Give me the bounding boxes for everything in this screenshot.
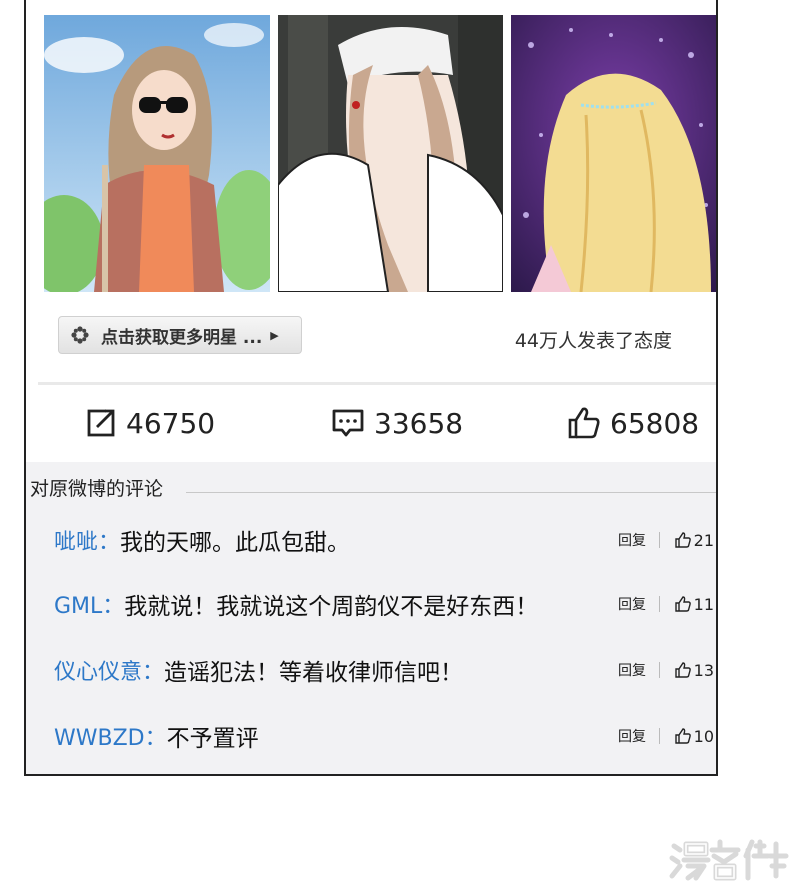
image-grid [44, 15, 716, 292]
divider [659, 662, 660, 678]
divider [186, 492, 716, 493]
comment-like-count: 21 [693, 530, 714, 550]
repost-button[interactable]: 46750 [84, 394, 215, 452]
comment-row: 呲呲： 我的天哪。此瓜包甜。 回复 21 [54, 520, 716, 560]
share-icon [87, 409, 115, 437]
more-stars-button[interactable]: 点击获取更多明星 ... ▶ [58, 316, 302, 354]
more-stars-label: 点击获取更多明星 ... [101, 327, 263, 348]
comment-row: 仪心仪意： 造谣犯法！等着收律师信吧！ 回复 13 [54, 650, 716, 690]
reply-button[interactable]: 回复 [618, 726, 646, 746]
comment-like-count: 10 [693, 726, 714, 746]
thumbs-up-icon [568, 407, 600, 439]
comment-text: 不予置评 [166, 726, 259, 752]
comment-text: 我就说！我就说这个周韵仪不是好东西！ [124, 594, 539, 620]
reply-button[interactable]: 回复 [618, 594, 646, 614]
weibo-post-card: 点击获取更多明星 ... ▶ 44万人发表了态度 46750 33658 658… [24, 0, 718, 776]
comment-like-count: 11 [693, 594, 714, 614]
like-count: 65808 [610, 406, 700, 440]
comment-like-button[interactable]: 21 [674, 531, 714, 550]
action-bar: 46750 33658 65808 [26, 394, 716, 452]
comment-button[interactable]: 33658 [330, 394, 463, 452]
post-image-3[interactable] [511, 15, 716, 292]
comments-panel: 对原微博的评论 呲呲： 我的天哪。此瓜包甜。 回复 21 GML： 我就说！我就… [26, 462, 716, 774]
comment-row: WWBZD： 不予置评 回复 10 [54, 716, 716, 756]
post-image-2[interactable] [278, 15, 503, 292]
thumbs-up-icon [674, 728, 691, 744]
comment-icon [332, 409, 364, 437]
watermark-logo [669, 839, 789, 881]
thumbs-up-icon [674, 596, 691, 612]
reply-button[interactable]: 回复 [618, 530, 646, 550]
comment-username[interactable]: WWBZD： [54, 720, 167, 752]
comment-username[interactable]: GML： [54, 588, 124, 620]
divider [659, 728, 660, 744]
comment-row: GML： 我就说！我就说这个周韵仪不是好东西！ 回复 11 [54, 584, 716, 624]
comment-username[interactable]: 仪心仪意： [54, 654, 164, 686]
comment-like-button[interactable]: 13 [674, 661, 714, 680]
comment-like-button[interactable]: 10 [674, 727, 714, 746]
divider [38, 382, 716, 385]
comments-header: 对原微博的评论 [30, 478, 164, 500]
flower-icon [71, 326, 89, 344]
attitude-count-text: 44万人发表了态度 [514, 330, 672, 352]
comment-username[interactable]: 呲呲： [54, 524, 120, 556]
comment-like-count: 13 [693, 660, 714, 680]
comment-text: 造谣犯法！等着收律师信吧！ [164, 660, 464, 686]
chevron-right-icon: ▶ [270, 328, 279, 342]
thumbs-up-icon [674, 662, 691, 678]
post-image-1[interactable] [44, 15, 270, 292]
repost-count: 46750 [126, 406, 216, 440]
divider [659, 532, 660, 548]
divider [659, 596, 660, 612]
thumbs-up-icon [674, 532, 691, 548]
reply-button[interactable]: 回复 [618, 660, 646, 680]
like-button[interactable]: 65808 [566, 394, 699, 452]
comment-count: 33658 [374, 406, 464, 440]
comment-text: 我的天哪。此瓜包甜。 [120, 530, 351, 556]
comment-like-button[interactable]: 11 [674, 595, 714, 614]
